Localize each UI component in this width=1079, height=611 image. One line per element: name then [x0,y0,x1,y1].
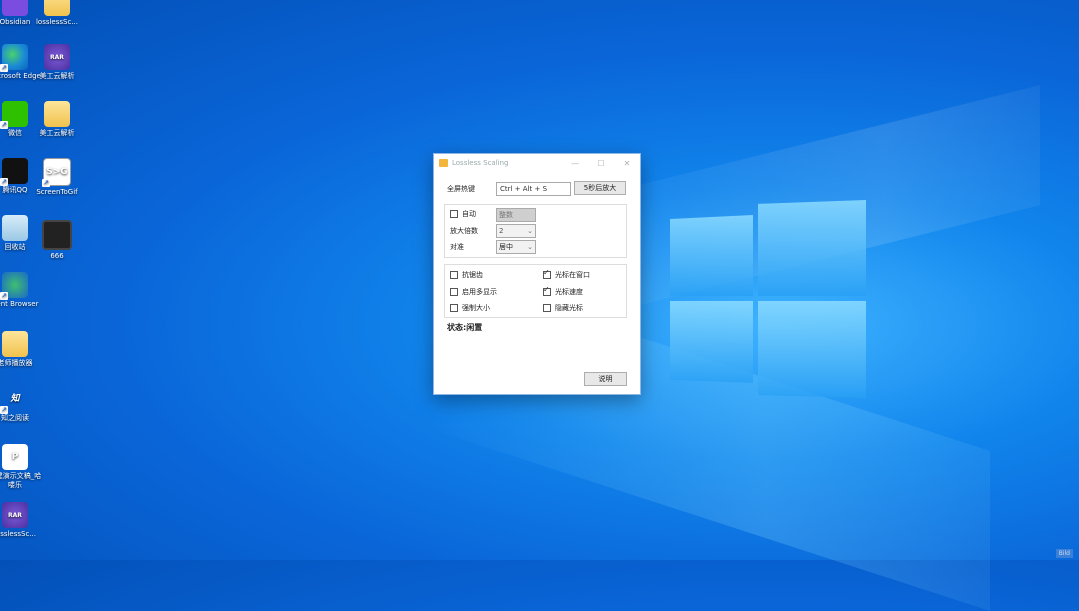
folder-icon [2,331,28,357]
zoom-after-5s-button[interactable]: 5秒后放大 [574,181,626,195]
screentogif-icon: S>G ↗ [42,158,71,187]
cursor-speed-checkbox[interactable] [543,285,551,296]
window-title: Lossless Scaling [452,159,509,167]
hotkey-field[interactable]: Ctrl + Alt + S [496,182,571,196]
help-button[interactable]: 说明 [584,372,627,386]
edge-icon: ↗ [0,44,28,72]
desktop-icon-presentation[interactable]: P 新建演示文稿_哈喽乐 [0,444,44,490]
desktop-icon-losslessscaling[interactable]: losslessSc... [28,0,86,27]
desktop-icon-666[interactable]: 666 [28,220,86,261]
cursor-in-window-option[interactable]: 光标在窗口 [543,268,590,280]
chevron-down-icon: ⌄ [527,243,533,251]
hide-cursor-option[interactable]: 隐藏光标 [543,303,583,313]
chevron-down-icon: ⌄ [527,227,533,235]
desktop-icon-player[interactable]: 老师播放器 [0,331,44,368]
auto-option[interactable]: 自动 [450,209,476,219]
align-label: 对准 [450,243,464,251]
cursor-in-window-checkbox[interactable] [543,268,551,279]
hide-cursor-checkbox[interactable] [543,304,551,312]
antialias-checkbox[interactable] [450,271,458,279]
cursor-speed-option[interactable]: 光标速度 [543,285,583,297]
auto-checkbox[interactable] [450,210,458,218]
scale-label: 放大倍数 [450,227,478,235]
desktop-icon-meigong-rar[interactable]: RAR 美工云解析 [28,44,86,81]
presentation-file-icon: P [2,444,28,470]
corner-badge: Bild [1055,549,1073,558]
status-text: 状态:闲置 [447,323,483,332]
title-bar: Lossless Scaling — ☐ ✕ [434,154,640,172]
force-size-option[interactable]: 强制大小 [450,303,490,313]
desktop-icon-meigong-folder[interactable]: 美工云解析 [28,101,86,138]
force-size-checkbox[interactable] [450,304,458,312]
desktop-icon-losslessscaling-rar[interactable]: RAR losslessSc... [0,502,44,539]
recycle-bin-icon [2,215,28,241]
zhi-app-icon: 知 ↗ [0,393,20,414]
lossless-scaling-window: Lossless Scaling — ☐ ✕ 全屏热键 Ctrl + Alt +… [433,153,641,395]
auto-mode-select: 整数 [496,208,536,222]
maximize-button[interactable]: ☐ [588,159,614,168]
rar-icon: RAR [44,44,70,70]
obsidian-icon [2,0,28,16]
cent-browser-icon: ↗ [0,272,28,300]
app-icon [439,159,448,167]
align-select[interactable]: 居中 ⌄ [496,240,536,254]
folder-icon [44,0,70,16]
scaling-group: 自动 整数 放大倍数 2 ⌄ 对准 居中 ⌄ [444,204,627,258]
wechat-icon: ↗ [0,101,28,129]
antialias-option[interactable]: 抗锯齿 [450,270,483,280]
video-icon [42,220,72,250]
desktop-icon-cent-browser[interactable]: ↗ Cent Browser [0,272,44,309]
scale-factor-select[interactable]: 2 ⌄ [496,224,536,238]
multi-display-option[interactable]: 启用多显示 [450,287,497,297]
hotkey-label: 全屏热键 [447,185,475,193]
options-group: 抗锯齿 启用多显示 强制大小 光标在窗口 光标速度 隐藏光标 [444,264,627,318]
desktop-icon-screentogif[interactable]: S>G ↗ ScreenToGif [28,158,86,197]
qq-penguin-icon: ↗ [0,158,28,186]
multi-display-checkbox[interactable] [450,288,458,296]
minimize-button[interactable]: — [562,159,588,168]
close-button[interactable]: ✕ [614,159,640,168]
rar-icon: RAR [2,502,28,528]
folder-icon [44,101,70,127]
desktop-icon-zhi[interactable]: 知 ↗ 知之阅读 [0,386,44,423]
